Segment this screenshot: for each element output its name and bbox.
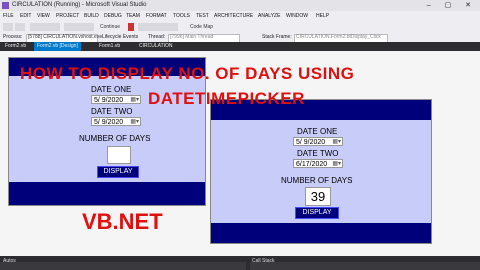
vbnet-caption: VB.NET	[82, 209, 163, 234]
running-display-button[interactable]: DISPLAY	[295, 207, 339, 219]
menu-build[interactable]: BUILD	[84, 11, 99, 21]
code-map-button[interactable]: Code Map	[190, 23, 213, 31]
running-date-two-picker[interactable]: 6/17/2020 ▦▾	[293, 159, 343, 168]
window-title: CIRCULATION (Running) - Microsoft Visual…	[12, 2, 147, 8]
menu-team[interactable]: TEAM	[126, 11, 140, 21]
headline-line-1: HOW TO DISPLAY NO. OF DAYS USING	[20, 64, 355, 83]
design-form-bottom-strip	[9, 182, 205, 205]
design-date-two-label: DATE TWO	[91, 107, 133, 116]
running-form-bottom-strip	[211, 223, 431, 243]
menu-help[interactable]: HELP	[316, 11, 329, 21]
tab-form2-vb[interactable]: Form2.vb	[2, 42, 29, 51]
calendar-dropdown-icon[interactable]: ▦▾	[332, 160, 341, 169]
calendar-dropdown-icon[interactable]: ▦▾	[332, 138, 341, 147]
menu-file[interactable]: FILE	[3, 11, 14, 21]
running-date-one-picker[interactable]: 5/ 9/2020 ▦▾	[293, 137, 343, 146]
debug-toolbar-group[interactable]	[138, 23, 178, 31]
running-form: DATE ONE 5/ 9/2020 ▦▾ DATE TWO 6/17/2020…	[210, 99, 432, 244]
design-days-textbox[interactable]	[107, 146, 131, 164]
forward-icon[interactable]	[15, 23, 25, 31]
call-stack-panel	[250, 262, 480, 270]
tab-form1-vb[interactable]: Form1.vb	[96, 42, 123, 51]
back-icon[interactable]	[3, 23, 13, 31]
document-tabs: Form2.vb Form2.vb [Design] Form1.vb CIRC…	[0, 42, 480, 51]
running-date-one-label: DATE ONE	[297, 127, 338, 136]
menu-view[interactable]: VIEW	[37, 11, 50, 21]
stop-icon[interactable]	[128, 23, 134, 31]
design-date-one-label: DATE ONE	[91, 85, 132, 94]
autos-panel	[0, 262, 246, 270]
menu-debug[interactable]: DEBUG	[104, 11, 122, 21]
thread-label: Thread:	[148, 34, 166, 40]
menu-test[interactable]: TEST	[196, 11, 209, 21]
menu-tools[interactable]: TOOLS	[173, 11, 190, 21]
design-days-label: NUMBER OF DAYS	[79, 134, 151, 143]
menu-analyze[interactable]: ANALYZE	[258, 11, 280, 21]
running-date-two-value: 6/17/2020	[296, 161, 328, 168]
tab-form2-design[interactable]: Form2.vb [Design]	[34, 42, 81, 51]
running-days-textbox[interactable]: 39	[305, 187, 331, 206]
thread-value: [7996] Main Thread	[170, 34, 214, 40]
design-display-button[interactable]: DISPLAY	[97, 166, 139, 178]
menu-architecture[interactable]: ARCHITECTURE	[214, 11, 253, 21]
calendar-dropdown-icon[interactable]: ▦▾	[130, 118, 139, 127]
menu-project[interactable]: PROJECT	[56, 11, 79, 21]
process-value: [5788] CIRCULATION.vshost.exe	[28, 34, 103, 40]
tab-circulation[interactable]: CIRCULATION	[136, 42, 176, 51]
headline-line-2: DATETIMEPICKER	[148, 89, 305, 108]
solution-config-dropdown[interactable]	[30, 23, 60, 31]
design-date-two-picker[interactable]: 5/ 9/2020 ▦▾	[91, 117, 141, 126]
continue-button[interactable]: Continue	[100, 23, 120, 31]
visual-studio-icon	[2, 2, 9, 9]
debug-location-bar: Process: [5788] CIRCULATION.vshost.exe L…	[0, 33, 480, 43]
menu-edit[interactable]: EDIT	[20, 11, 31, 21]
running-date-one-value: 5/ 9/2020	[296, 139, 326, 146]
stack-frame-value: CIRCULATION.Form2.btDisplay_Click	[296, 34, 381, 40]
design-date-one-value: 5/ 9/2020	[94, 97, 124, 104]
stack-frame-label: Stack Frame:	[262, 34, 292, 40]
running-days-label: NUMBER OF DAYS	[281, 176, 353, 185]
menu-bar: FILE EDIT VIEW PROJECT BUILD DEBUG TEAM …	[0, 11, 480, 21]
calendar-dropdown-icon[interactable]: ▦▾	[130, 96, 139, 105]
title-bar: CIRCULATION (Running) - Microsoft Visual…	[0, 0, 480, 11]
window-controls[interactable]: – ▢ ✕	[427, 0, 477, 11]
design-date-two-value: 5/ 9/2020	[94, 119, 124, 126]
menu-format[interactable]: FORMAT	[146, 11, 167, 21]
platform-dropdown[interactable]	[64, 23, 94, 31]
lifecycle-events-label[interactable]: Lifecycle Events	[102, 33, 138, 42]
design-date-one-picker[interactable]: 5/ 9/2020 ▦▾	[91, 95, 141, 104]
process-label: Process:	[3, 34, 23, 40]
running-date-two-label: DATE TWO	[297, 149, 339, 158]
bottom-panels: Autos Call Stack	[0, 256, 480, 270]
menu-window[interactable]: WINDOW	[286, 11, 308, 21]
